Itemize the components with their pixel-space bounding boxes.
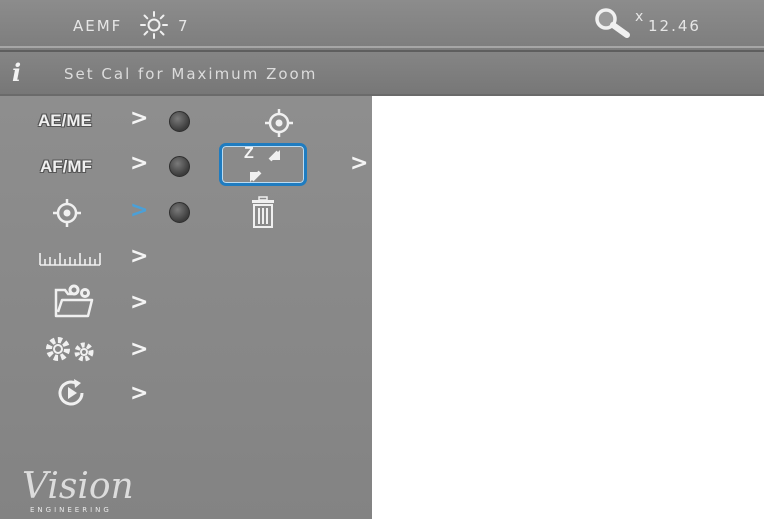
mode-label: AEMF [73,17,123,35]
ruler-icon [39,253,101,266]
logo-text: Vision [22,466,134,507]
info-bar: i Set Cal for Maximum Zoom [0,52,764,96]
status-bar: AEMF 7 x 12.46 [0,0,764,52]
zoom-calibrate-button[interactable]: Z [219,143,307,186]
info-message: Set Cal for Maximum Zoom [64,65,318,83]
zoom-prefix: x [635,9,646,25]
info-icon: i [12,58,22,87]
chevron-right-icon[interactable]: > [130,383,148,405]
sun-icon [140,11,168,39]
chevron-right-icon[interactable]: > [130,339,148,361]
menu-item-label: AF/MF [40,157,92,176]
folder-settings-icon [54,284,94,318]
chevron-right-icon[interactable]: > [350,153,368,175]
chevron-right-icon[interactable]: > [130,153,148,175]
zoom-calibrate-icon [250,150,280,182]
chevron-right-icon[interactable]: > [130,108,148,130]
crosshair-target-icon[interactable] [264,108,294,138]
chevron-right-icon[interactable]: > [130,246,148,268]
gears-icon [46,337,94,362]
chevron-right-icon[interactable]: > [130,292,148,314]
logo-subtext: ENGINEERING [30,506,112,514]
magnifier-icon[interactable] [593,6,633,40]
radio-indicator[interactable] [169,111,190,132]
crosshair-target-icon [53,199,81,227]
header-divider [0,46,764,48]
brightness-value: 7 [178,17,190,35]
menu-item-label: AE/ME [38,111,92,130]
radio-indicator[interactable] [169,156,190,177]
radio-indicator[interactable] [169,202,190,223]
zoom-value: 12.46 [648,17,701,35]
chevron-right-icon[interactable]: > [130,200,148,222]
trash-icon[interactable] [251,196,275,228]
play-refresh-icon [58,379,84,406]
